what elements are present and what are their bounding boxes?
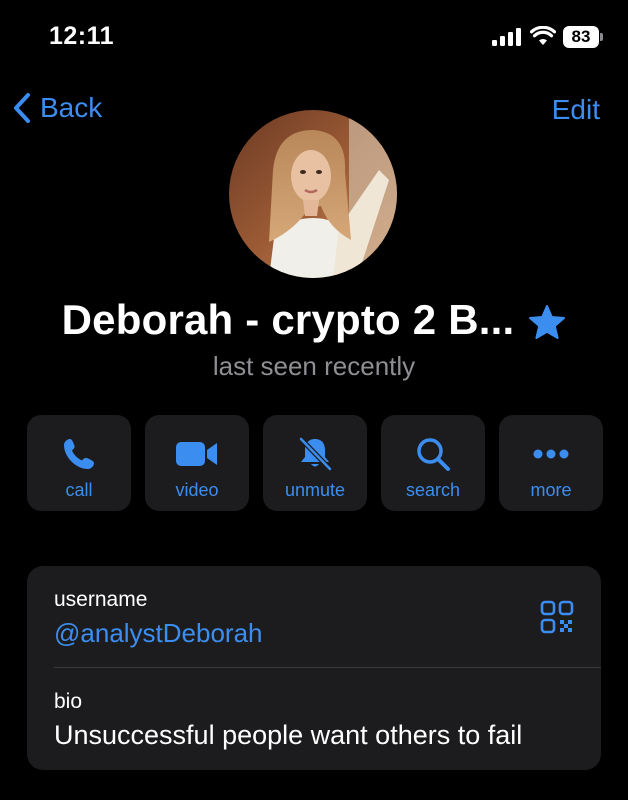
video-camera-icon [176,442,217,466]
edit-button[interactable]: Edit [552,94,600,126]
bio-label: bio [54,690,83,713]
status-bar: 12:11 83 [0,0,628,76]
call-label: call [65,480,93,500]
qr-code-icon[interactable] [540,600,574,634]
back-label: Back [40,92,103,123]
status-time: 12:11 [49,22,115,50]
star-icon[interactable] [528,304,566,340]
username-label: username [54,588,148,611]
cellular-signal-icon [492,28,521,46]
call-button[interactable]: call [27,415,131,511]
profile-title-row: Deborah - crypto 2 B... [0,296,628,344]
back-button[interactable]: Back [12,92,102,124]
chevron-left-icon [14,93,30,123]
bio-value: Unsuccessful people want others to fail [54,720,523,750]
phone-icon [64,439,94,469]
battery-indicator: 83 [563,26,599,48]
username-value[interactable]: @analystDeborah [54,618,263,649]
battery-cap [600,33,603,41]
more-label: more [530,480,572,500]
search-icon [417,438,450,471]
divider [54,667,601,668]
profile-name: Deborah - crypto 2 B... [61,296,515,343]
bell-slash-icon [299,437,332,471]
last-seen-status: last seen recently [212,351,416,381]
avatar-photo [229,110,397,278]
unmute-button[interactable]: unmute [263,415,367,511]
search-button[interactable]: search [381,415,485,511]
unmute-label: unmute [284,480,346,500]
wifi-icon [530,26,556,45]
action-row: call video unmute search more [27,415,603,511]
ellipsis-icon [533,449,569,459]
more-button[interactable]: more [499,415,603,511]
avatar[interactable] [229,110,397,278]
info-card: username @analystDeborah bio Unsuccessfu… [27,566,601,770]
search-label: search [405,480,461,500]
video-button[interactable]: video [145,415,249,511]
video-label: video [175,480,219,500]
